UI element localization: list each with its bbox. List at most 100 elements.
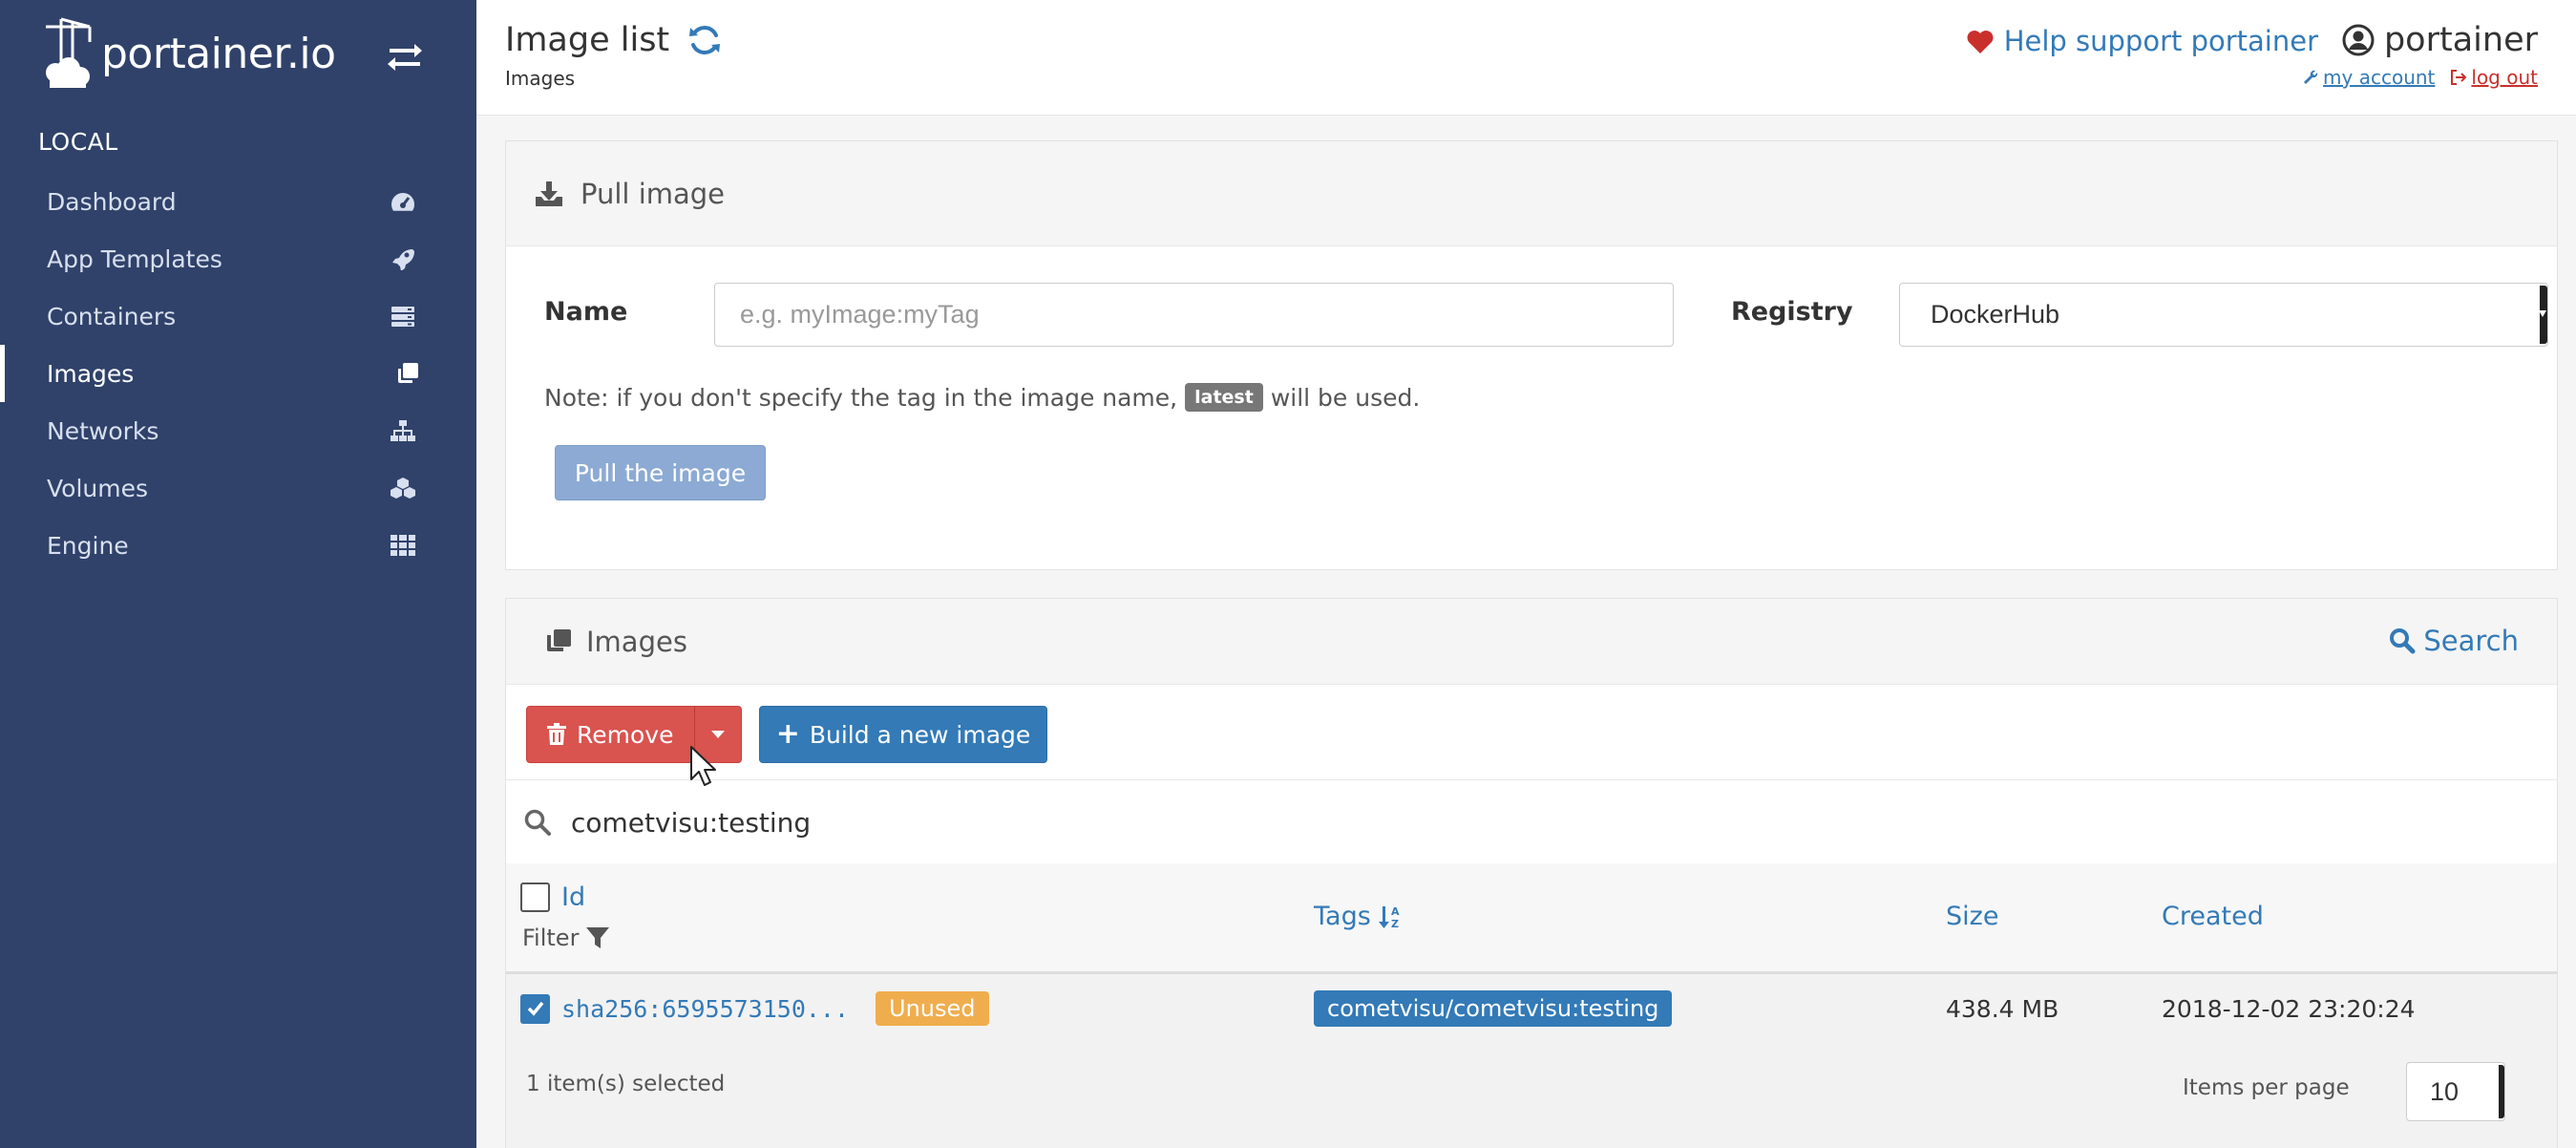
search-icon [2390,628,2416,654]
registry-select[interactable]: DockerHub [1899,283,2548,347]
name-label: Name [544,297,628,327]
note-text-before: Note: if you don't specify the tag in th… [544,383,1178,412]
rocket-icon [392,249,414,270]
toggle-sidebar-icon[interactable] [384,36,426,78]
id-cell: sha256:6595573150... Unused [520,974,989,1043]
mouse-pointer-icon [690,746,716,786]
download-icon [536,181,562,206]
unused-badge: Unused [876,991,989,1026]
check-icon [527,1001,543,1016]
sort-alpha-icon: A Z [1378,905,1400,930]
sidebar-nav: Dashboard App Templates Containers Image… [0,173,476,574]
clone-icon [547,628,571,651]
tags-column-header[interactable]: Tags A Z [1314,902,1404,931]
registry-label: Registry [1731,297,1853,327]
items-per-page-value: 10 [2430,1076,2460,1106]
tags-cell: cometvisu/cometvisu:testing [1314,974,1673,1043]
images-panel: Images Search Remove + Build a new image… [505,598,2558,1148]
sidebar-item-label: Dashboard [47,187,177,216]
log-out-link[interactable]: log out [2450,66,2538,89]
page-title-text: Image list [505,21,670,59]
items-per-page-select[interactable]: 10 [2406,1062,2505,1121]
sidebar-item-dashboard[interactable]: Dashboard [0,173,476,230]
sidebar-item-volumes[interactable]: Volumes [0,459,476,517]
pull-image-button[interactable]: Pull the image [555,445,766,500]
log-out-text: log out [2471,66,2538,89]
filter-label: Filter [522,925,580,951]
items-per-page-label: Items per page [2183,1075,2350,1100]
page-title: Image list [505,21,723,59]
id-column-header: Id [520,882,585,912]
portainer-logo-icon [46,17,92,88]
chevron-down-icon [2539,310,2546,317]
tags-sort-link: Tags [1314,902,1371,931]
sidebar-item-networks[interactable]: Networks [0,402,476,459]
pull-image-heading: Pull image [506,141,2557,246]
account-links: my account log out [2302,66,2538,89]
id-sort-link[interactable]: Id [561,882,585,912]
th-icon [391,535,415,556]
heart-icon [1967,31,1994,53]
help-support-link[interactable]: Help support portainer [1966,25,2318,57]
endpoint-label: LOCAL [38,128,118,156]
my-account-link[interactable]: my account [2302,66,2435,89]
sidebar-item-label: Volumes [47,474,149,502]
build-image-button[interactable]: + Build a new image [759,706,1047,763]
registry-value: DockerHub [1931,300,2060,329]
latest-badge: latest [1185,383,1263,412]
table-row[interactable]: sha256:6595573150... Unused cometvisu/co… [506,974,2557,1043]
sidebar: portainer.io LOCAL Dashboard App Templat… [0,0,476,1148]
pull-image-title: Pull image [581,177,726,210]
clone-icon [398,363,418,383]
sidebar-item-app-templates[interactable]: App Templates [0,230,476,287]
tag-note: Note: if you don't specify the tag in th… [544,383,1420,412]
images-heading: Images [506,599,2557,685]
caret-down-icon [711,731,725,738]
id-filter[interactable]: Filter [522,925,611,951]
sidebar-item-label: Images [47,359,135,388]
refresh-icon[interactable] [686,22,723,58]
image-name-input[interactable] [714,283,1674,347]
plus-icon: + [775,717,800,751]
username: portainer [2383,21,2538,59]
sidebar-item-containers[interactable]: Containers [0,287,476,345]
remove-button[interactable]: Remove [526,706,695,763]
tachometer-icon [391,193,415,211]
user-circle-icon [2342,24,2375,56]
selected-count: 1 item(s) selected [526,1072,726,1096]
help-support-text: Help support portainer [2003,25,2318,57]
note-text-after: will be used. [1270,383,1421,412]
top-header: Image list Images Help support portainer… [476,0,2576,116]
sidebar-item-engine[interactable]: Engine [0,517,476,574]
sign-out-icon [2451,70,2467,85]
select-all-checkbox[interactable] [520,882,550,912]
table-footer: 1 item(s) selected Items per page 10 [506,1043,2557,1148]
brand-text: portainer.io [101,29,336,78]
brand-logo[interactable]: portainer.io [42,10,336,97]
created-column-header[interactable]: Created [2162,902,2264,931]
remove-label: Remove [577,720,674,749]
search-link-text: Search [2423,625,2519,657]
table-search-input[interactable] [571,806,2290,839]
size-column-header[interactable]: Size [1946,902,1998,931]
table-search-bar [506,781,2557,863]
trash-icon [547,723,566,745]
cubes-icon [391,478,415,499]
sidebar-item-images[interactable]: Images [0,345,476,402]
wrench-icon [2304,70,2318,84]
search-link[interactable]: Search [2389,625,2519,657]
filter-icon [586,927,610,948]
sidebar-item-label: Containers [47,302,177,330]
image-id-link[interactable]: sha256:6595573150... [561,995,849,1023]
images-title: Images [586,625,687,658]
svg-text:A: A [1391,905,1400,918]
image-tag-badge: cometvisu/cometvisu:testing [1314,990,1673,1027]
search-icon [524,809,551,836]
sidebar-item-label: App Templates [47,244,222,273]
server-icon [391,307,414,327]
row-checkbox[interactable] [520,993,550,1024]
created-cell: 2018-12-02 23:20:24 [2162,994,2416,1023]
size-cell: 438.4 MB [1946,994,2059,1023]
sidebar-item-label: Engine [47,531,129,560]
table-header: Id Filter Tags A Z Size Created [506,863,2557,974]
